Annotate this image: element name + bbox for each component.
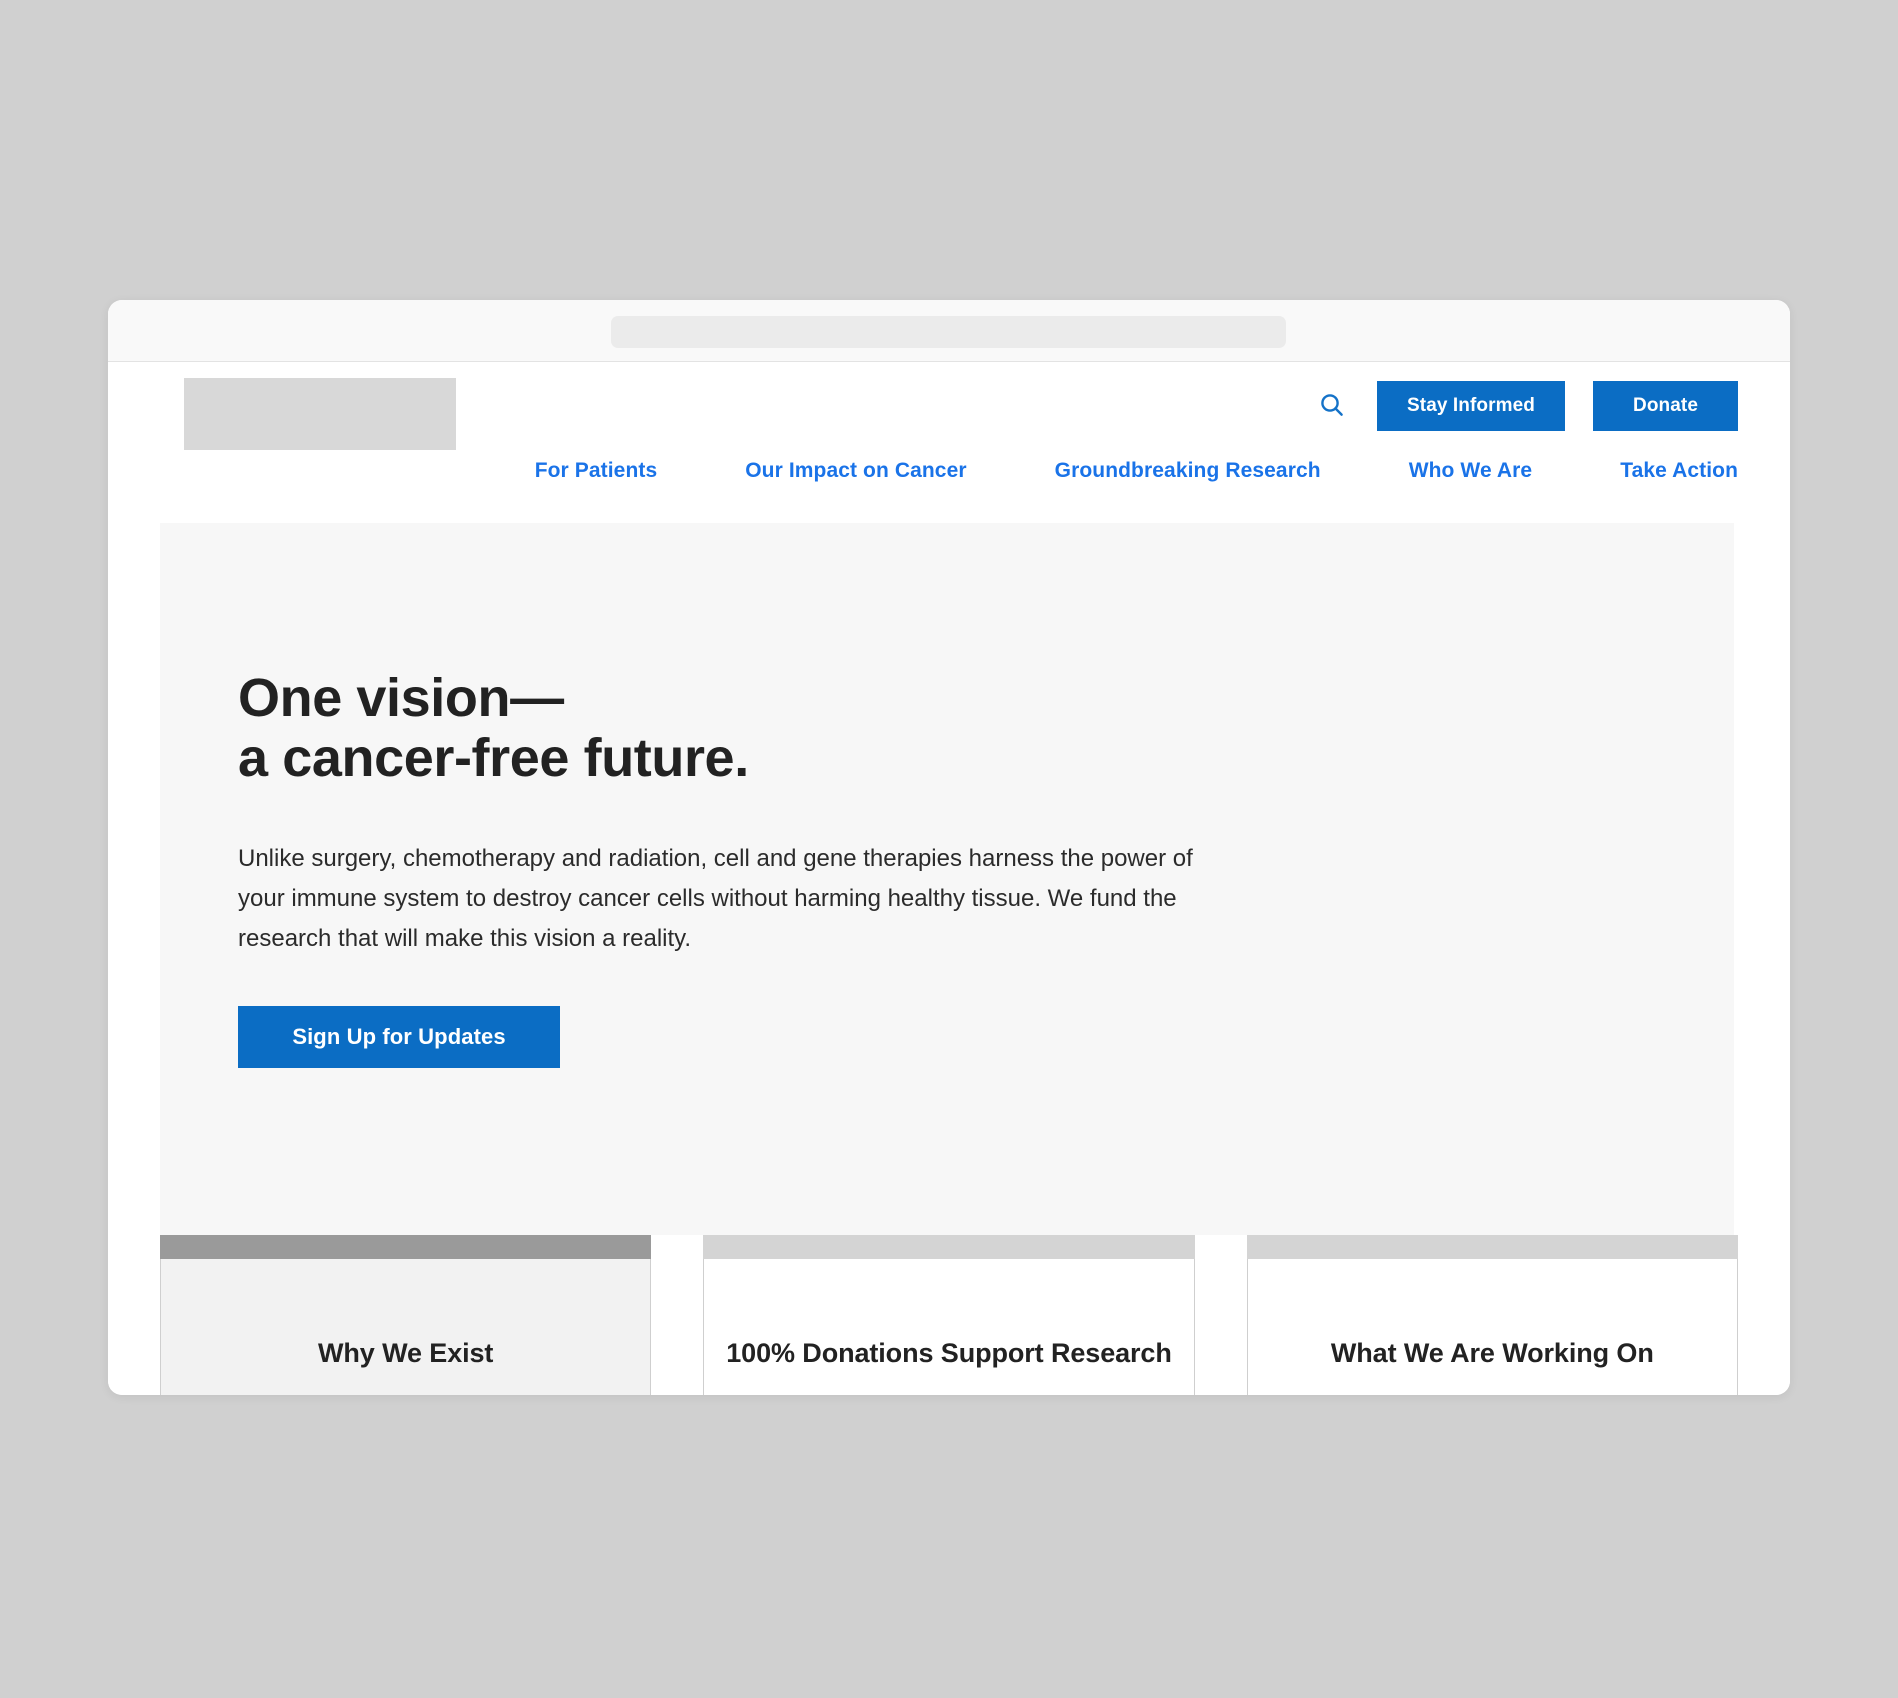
nav-for-patients[interactable]: For Patients [535,459,658,483]
hero-paragraph: Unlike surgery, chemotherapy and radiati… [238,844,1193,952]
card-title: What We Are Working On [1330,1337,1654,1368]
site-logo[interactable] [184,378,456,450]
search-icon-button[interactable] [1315,389,1349,423]
feature-cards-row: Why We Exist 100% Donations Support Rese… [108,1235,1790,1395]
card-body[interactable]: Why We Exist [160,1259,652,1395]
card-100-donations-support-research[interactable]: 100% Donations Support Research [703,1235,1195,1395]
card-why-we-exist[interactable]: Why We Exist [160,1235,652,1395]
donate-button[interactable]: Donate [1593,381,1738,431]
hero-heading-line-1: One vision— [238,668,564,728]
main-navigation: For Patients Our Impact on Cancer Ground… [108,459,1790,483]
card-body[interactable]: 100% Donations Support Research [703,1259,1195,1395]
page-viewport: Stay Informed Donate For Patients Our Im… [108,363,1790,1395]
stay-informed-button[interactable]: Stay Informed [1377,381,1565,431]
card-strip [703,1235,1195,1259]
nav-take-action[interactable]: Take Action [1620,459,1738,483]
hero-heading: One vision— a cancer-free future. [238,523,1338,789]
hero-section: One vision— a cancer-free future. Unlike… [160,523,1734,1235]
card-what-we-are-working-on[interactable]: What We Are Working On [1246,1235,1738,1395]
nav-groundbreaking-research[interactable]: Groundbreaking Research [1055,459,1321,483]
card-title: Why We Exist [317,1337,494,1368]
card-title: 100% Donations Support Research [726,1337,1172,1368]
site-header: Stay Informed Donate For Patients Our Im… [108,363,1790,523]
nav-our-impact-on-cancer[interactable]: Our Impact on Cancer [745,459,966,483]
browser-chrome [108,300,1790,362]
browser-window: Stay Informed Donate For Patients Our Im… [108,300,1790,1395]
search-icon [1317,390,1347,423]
header-actions: Stay Informed Donate [1315,381,1738,431]
hero-heading-line-2: a cancer-free future. [238,728,749,789]
nav-who-we-are[interactable]: Who We Are [1409,459,1533,483]
hero-content: One vision— a cancer-free future. Unlike… [238,523,1338,1069]
card-strip [160,1235,652,1259]
address-bar[interactable] [611,316,1286,348]
card-strip [1246,1235,1738,1259]
card-body[interactable]: What We Are Working On [1246,1259,1738,1395]
sign-up-for-updates-button[interactable]: Sign Up for Updates [238,1006,560,1069]
